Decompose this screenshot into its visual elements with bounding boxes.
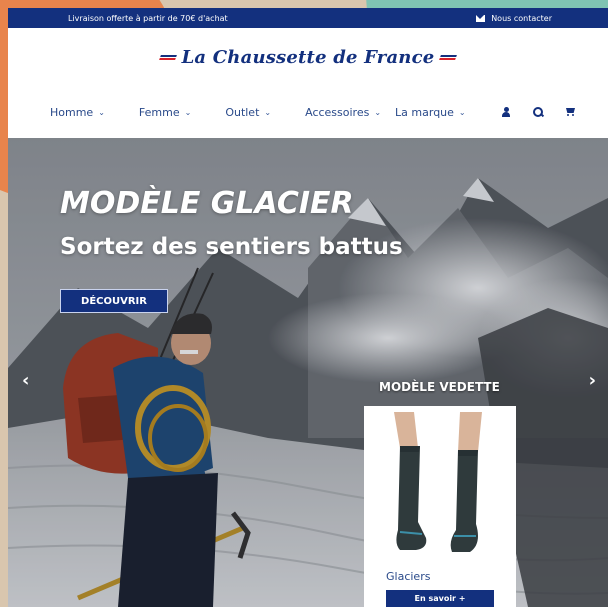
product-image	[394, 412, 482, 552]
nav-item-la-marque[interactable]: La marque ⌄	[395, 106, 466, 119]
learn-more-button[interactable]: En savoir +	[386, 590, 494, 607]
cart-icon[interactable]	[565, 107, 576, 117]
discover-button[interactable]: DÉCOUVRIR	[60, 289, 168, 313]
chevron-down-icon: ⌄	[374, 107, 382, 117]
nav-label: Femme	[138, 105, 180, 119]
shipping-text: Livraison offerte à partir de 70€ d'acha…	[68, 13, 228, 23]
chevron-left-icon[interactable]: ‹	[22, 370, 29, 391]
search-icon[interactable]	[533, 107, 543, 117]
product-name[interactable]: Glaciers	[386, 570, 430, 583]
header-icons	[501, 107, 576, 117]
chevron-right-icon[interactable]: ›	[589, 370, 596, 391]
chevron-down-icon: ⌄	[458, 107, 466, 117]
hero-title: MODÈLE GLACIER	[60, 186, 354, 221]
website-frame: Livraison offerte à partir de 70€ d'acha…	[8, 8, 608, 607]
logo-text: La Chaussette de France	[181, 46, 435, 68]
featured-label: MODÈLE VEDETTE	[379, 380, 500, 394]
user-icon[interactable]	[501, 107, 511, 117]
nav-label: Accessoires	[305, 105, 370, 119]
nav-item-homme[interactable]: Homme ⌄	[50, 106, 105, 119]
nav-label: Homme	[50, 105, 94, 119]
nav-label: Outlet	[225, 105, 260, 119]
nav-item-accessoires[interactable]: Accessoires ⌄	[305, 106, 381, 119]
contact-label: Nous contacter	[491, 13, 552, 23]
logo[interactable]: La Chaussette de France	[8, 28, 608, 86]
mail-icon	[476, 14, 486, 22]
featured-product-card[interactable]: Glaciers En savoir +	[364, 406, 516, 607]
hero-slider: MODÈLE GLACIER Sortez des sentiers battu…	[8, 138, 608, 607]
flag-right-icon	[439, 54, 458, 60]
nav-item-outlet[interactable]: Outlet ⌄	[225, 106, 271, 119]
main-nav: Homme ⌄ Femme ⌄ Outlet ⌄ Accessoires ⌄ L…	[8, 86, 608, 138]
contact-link[interactable]: Nous contacter	[476, 14, 552, 23]
nav-label: La marque	[395, 105, 454, 119]
nav-item-femme[interactable]: Femme ⌄	[139, 106, 191, 119]
hero-subtitle: Sortez des sentiers battus	[60, 234, 403, 260]
chevron-down-icon: ⌄	[98, 107, 105, 117]
flag-left-icon	[158, 54, 177, 60]
chevron-down-icon: ⌄	[184, 107, 192, 117]
chevron-down-icon: ⌄	[264, 107, 272, 117]
top-announcement-bar: Livraison offerte à partir de 70€ d'acha…	[8, 8, 608, 28]
